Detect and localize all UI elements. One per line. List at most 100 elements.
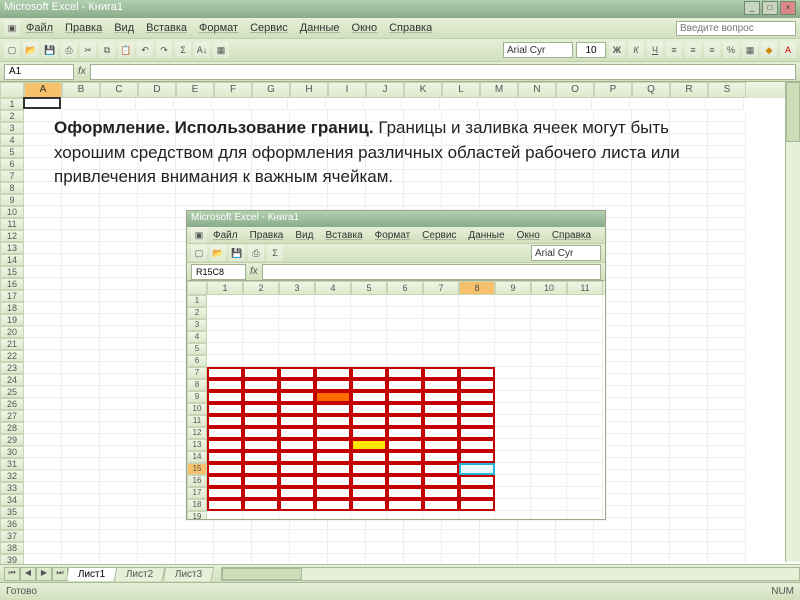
cell[interactable] [100,470,138,482]
cell[interactable] [100,518,138,530]
cell[interactable] [594,530,632,542]
cell[interactable] [138,326,176,338]
cell[interactable] [24,218,62,230]
cut-icon[interactable]: ✂ [80,42,96,58]
cell[interactable] [100,242,138,254]
cell[interactable] [252,530,290,542]
cell[interactable] [138,542,176,554]
cell[interactable] [632,458,670,470]
column-header-S[interactable]: S [708,82,746,98]
cell[interactable] [518,194,556,206]
cell[interactable] [138,398,176,410]
cell[interactable] [670,290,708,302]
row-header[interactable]: 23 [0,362,24,374]
cell[interactable] [632,386,670,398]
row-header[interactable]: 9 [0,194,24,206]
cell[interactable] [252,542,290,554]
column-header-K[interactable]: K [404,82,442,98]
row-header[interactable]: 15 [0,266,24,278]
paste-icon[interactable]: 📋 [118,42,134,58]
autosum-icon[interactable]: Σ [175,42,191,58]
horizontal-scrollbar[interactable] [221,567,800,581]
column-header-B[interactable]: B [62,82,100,98]
cell[interactable] [632,194,670,206]
cell[interactable] [708,278,746,290]
cell[interactable] [708,242,746,254]
undo-icon[interactable]: ↶ [137,42,153,58]
redo-icon[interactable]: ↷ [156,42,172,58]
fill-color-icon[interactable]: ◆ [761,42,777,58]
font-size-select[interactable] [576,42,606,58]
cell[interactable] [138,194,176,206]
cell[interactable] [632,362,670,374]
cell[interactable] [136,98,174,110]
italic-button[interactable]: К [628,42,644,58]
cell[interactable] [708,302,746,314]
cell[interactable] [24,470,62,482]
row-header[interactable]: 11 [0,218,24,230]
cell[interactable] [62,386,100,398]
cell[interactable] [632,542,670,554]
cell[interactable] [708,338,746,350]
cell[interactable] [708,458,746,470]
cell[interactable] [480,194,518,206]
currency-icon[interactable]: % [723,42,739,58]
row-header[interactable]: 5 [0,146,24,158]
cell[interactable] [100,290,138,302]
row-header[interactable]: 1 [0,98,24,110]
cell[interactable] [250,98,288,110]
cell[interactable] [556,194,594,206]
row-header[interactable]: 36 [0,518,24,530]
open-icon[interactable]: 📂 [23,42,39,58]
cell[interactable] [632,326,670,338]
cell[interactable] [518,542,556,554]
cell[interactable] [670,470,708,482]
tab-nav-next[interactable]: ▶ [36,567,52,581]
cell[interactable] [176,530,214,542]
cell[interactable] [24,434,62,446]
row-header[interactable]: 17 [0,290,24,302]
cell[interactable] [62,482,100,494]
cell[interactable] [442,530,480,542]
menu-window[interactable]: Окно [346,20,384,36]
row-header[interactable]: 25 [0,386,24,398]
cell[interactable] [62,266,100,278]
vscroll-thumb[interactable] [786,82,800,142]
column-header-N[interactable]: N [518,82,556,98]
cell[interactable] [138,506,176,518]
cell[interactable] [670,482,708,494]
cell[interactable] [60,98,98,110]
cell[interactable] [100,194,138,206]
column-header-Q[interactable]: Q [632,82,670,98]
cell[interactable] [480,530,518,542]
cell[interactable] [138,482,176,494]
column-header-O[interactable]: O [556,82,594,98]
cell[interactable] [708,350,746,362]
cell[interactable] [62,326,100,338]
cell[interactable] [24,458,62,470]
cell[interactable] [402,98,440,110]
cell[interactable] [138,386,176,398]
cell[interactable] [670,410,708,422]
row-header[interactable]: 16 [0,278,24,290]
cell[interactable] [708,494,746,506]
cell[interactable] [62,194,100,206]
row-header[interactable]: 13 [0,242,24,254]
cell[interactable] [24,338,62,350]
cell[interactable] [290,530,328,542]
cell[interactable] [138,374,176,386]
vertical-scrollbar[interactable] [785,82,800,562]
cell[interactable] [62,338,100,350]
cell[interactable] [62,506,100,518]
cell[interactable] [708,206,746,218]
row-header[interactable]: 19 [0,314,24,326]
row-header[interactable]: 30 [0,446,24,458]
cell[interactable] [62,374,100,386]
cell[interactable] [100,278,138,290]
cell[interactable] [290,542,328,554]
cell[interactable] [24,530,62,542]
cell[interactable] [24,386,62,398]
cell[interactable] [23,97,61,109]
row-header[interactable]: 14 [0,254,24,266]
cell[interactable] [98,98,136,110]
